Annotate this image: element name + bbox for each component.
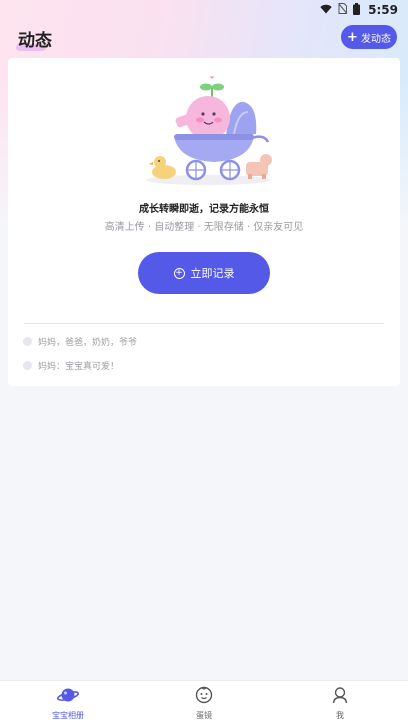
- post-update-button[interactable]: + 发动态: [341, 25, 397, 49]
- status-bar: 5:59: [0, 0, 408, 20]
- divider: [24, 323, 384, 324]
- post-update-label: 发动态: [360, 33, 391, 45]
- profile-icon: [331, 686, 349, 708]
- sub-slogan: 高清上传 · 自动整理 · 无限存储 · 仅亲友可见: [104, 222, 304, 233]
- tab-egg-mirror-label: 蛋镜: [196, 710, 212, 720]
- comment-text: 妈妈：宝宝真可爱！: [38, 362, 120, 372]
- empty-state-card: 成长转瞬即逝，记录方能永恒 高清上传 · 自动整理 · 无限存储 · 仅亲友可见…: [8, 58, 400, 386]
- add-circle-icon: +: [173, 267, 185, 279]
- tab-egg-mirror[interactable]: 蛋镜: [136, 681, 272, 725]
- comment-row: 妈妈：宝宝真可爱！: [23, 359, 119, 372]
- visible-to-row: 妈妈，爸爸，奶奶，爷爷: [23, 335, 137, 348]
- visible-to-text: 妈妈，爸爸，奶奶，爷爷: [38, 338, 138, 348]
- baby-stroller-illustration: [146, 76, 272, 185]
- tab-baby-album-label: 宝宝相册: [52, 710, 84, 720]
- bottom-tab-bar: 宝宝相册 蛋镜 我: [0, 680, 408, 725]
- battery-icon: [353, 2, 361, 18]
- planet-icon: [57, 686, 79, 708]
- tab-me-label: 我: [336, 710, 344, 720]
- page-title: 动态: [18, 31, 52, 51]
- plus-icon: +: [347, 29, 358, 45]
- tab-baby-album[interactable]: 宝宝相册: [0, 681, 136, 725]
- no-sim-icon: [338, 3, 348, 17]
- comment-icon: [23, 361, 32, 370]
- heart-icon: [23, 337, 32, 346]
- record-now-label: 立即记录: [190, 267, 235, 280]
- wifi-icon: [320, 3, 332, 17]
- record-now-button[interactable]: + 立即记录: [138, 252, 270, 294]
- header: 动态 + 发动态: [0, 22, 408, 54]
- baby-face-icon: [195, 686, 213, 708]
- status-time: 5:59: [368, 3, 398, 17]
- slogan: 成长转瞬即逝，记录方能永恒: [139, 204, 269, 215]
- tab-me[interactable]: 我: [272, 681, 408, 725]
